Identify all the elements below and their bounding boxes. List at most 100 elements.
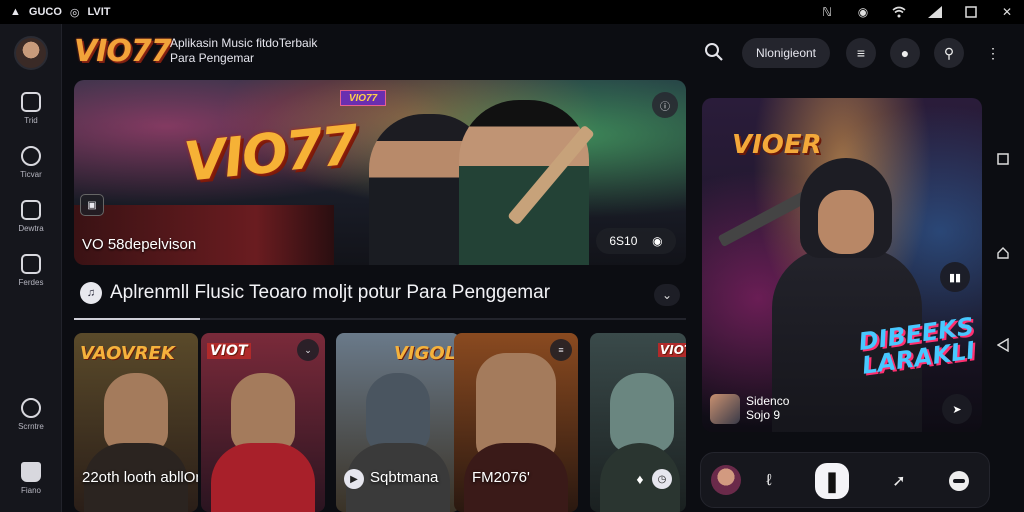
search-circle-button[interactable]: ⚲ xyxy=(934,38,964,68)
more-circle-icon[interactable] xyxy=(943,465,975,497)
chevron-down-icon: ⌄ xyxy=(661,288,673,302)
rail-item-ferdes[interactable]: Ferdes xyxy=(0,254,62,287)
close-icon[interactable]: ✕ xyxy=(1000,5,1014,19)
header-pill-button[interactable]: Nlonigieont xyxy=(742,38,830,68)
feature-share-button[interactable]: ➤ xyxy=(942,394,972,424)
card-play-icon[interactable]: ▶ xyxy=(344,469,364,489)
card-portrait xyxy=(366,373,430,453)
now-playing-avatar[interactable] xyxy=(711,465,741,495)
media-card[interactable]: VIGOL ▶ Sqbtmana xyxy=(336,333,460,512)
card-portrait xyxy=(610,373,674,453)
card-body-graphic xyxy=(211,443,315,512)
maximize-icon[interactable] xyxy=(964,5,978,19)
screen-icon: ▣ xyxy=(87,199,97,211)
status-indicator: ◎ xyxy=(69,6,80,19)
stage-keyboard xyxy=(74,205,334,265)
recents-square-icon[interactable] xyxy=(994,150,1012,168)
bookmark-icon: ▮▮ xyxy=(948,271,962,284)
wifi-icon xyxy=(892,5,906,19)
tagline-line-2: Para Pengemar xyxy=(170,51,255,65)
home-icon xyxy=(21,462,41,482)
list-icon xyxy=(21,254,41,274)
lyrics-icon[interactable]: ℓ xyxy=(753,465,785,497)
send-icon: ➤ xyxy=(952,403,962,416)
equalizer-icon: ≡ xyxy=(558,345,564,355)
card-title: VAOVREK xyxy=(80,343,175,364)
search-icon[interactable] xyxy=(704,42,726,64)
card-portrait xyxy=(104,373,168,453)
hero-logo: VIO77 xyxy=(181,113,360,194)
rail-item-label: Scrntre xyxy=(18,422,44,431)
home-circle-icon[interactable] xyxy=(994,244,1012,262)
play-pause-button[interactable]: ❚ xyxy=(815,463,849,499)
section-header: ♫ Aplrenmll Flusic Teoaro moljt potur Pa… xyxy=(80,282,550,304)
palette-button[interactable]: ● xyxy=(890,38,920,68)
rail-item-label: Ferdes xyxy=(18,278,44,287)
palette-icon: ● xyxy=(900,45,910,61)
app-logo[interactable]: VIO77 xyxy=(74,34,172,69)
share-icon[interactable]: ➚ xyxy=(883,465,915,497)
diamond-icon[interactable]: ♦ xyxy=(630,469,650,489)
rail-item-dewtra[interactable]: Dewtra xyxy=(0,200,62,233)
signal-icon xyxy=(928,5,942,19)
hero-caption: VO 58depelvison xyxy=(82,236,197,253)
card-portrait xyxy=(231,373,295,453)
section-more-button[interactable]: ⌄ xyxy=(654,284,680,306)
status-arrow: ▲ xyxy=(10,6,21,18)
feature-card[interactable]: VIOER DIBEEKS LARAKLI ▮▮ ➤ Sidenco Sojo … xyxy=(702,98,982,432)
feature-face-graphic xyxy=(818,190,874,254)
feature-logo: VIOER xyxy=(732,130,822,160)
chevron-icon: ⌄ xyxy=(304,344,312,355)
tag-icon xyxy=(21,146,41,166)
status-bar: ▲ GUCO ◎ LVIT ℕ ◉ ✕ xyxy=(0,0,1024,24)
card-title: VIGOL xyxy=(394,343,457,364)
feature-meta-line-1: Sidenco xyxy=(746,394,790,408)
section-icon: ♫ xyxy=(80,282,102,304)
section-divider xyxy=(74,318,686,320)
hero-screen-button[interactable]: ▣ xyxy=(80,194,104,216)
chat-icon xyxy=(21,398,41,418)
camera-icon: ◉ xyxy=(652,234,663,248)
hero-banner[interactable]: VIO77 VIO77 ⓘ ▣ VO 58depelvison 6S10 ◉ xyxy=(74,80,686,265)
rail-item-label: Trid xyxy=(24,116,38,125)
card-caption: FM2076' xyxy=(472,469,530,486)
hero-person-right xyxy=(459,100,589,265)
rail-item-fiano[interactable]: Fiano xyxy=(0,462,62,495)
time-icon[interactable]: ◷ xyxy=(652,469,672,489)
rail-item-scrntre[interactable]: Scrntre xyxy=(0,398,62,431)
left-rail: Trid Ticvar Dewtra Ferdes Scrntre Fiano xyxy=(0,24,62,512)
pause-icon: ❚ xyxy=(823,470,841,493)
feature-bookmark-button[interactable]: ▮▮ xyxy=(940,262,970,292)
equalizer-button[interactable]: ≡ xyxy=(846,38,876,68)
feature-meta-line-2: Sojo 9 xyxy=(746,408,781,422)
hero-pill-text: 6S10 xyxy=(609,234,638,248)
tagline-line-1: Aplikasin Music fitdoTerbaik xyxy=(170,36,318,50)
equalizer-icon: ≡ xyxy=(856,45,866,61)
home-square-icon xyxy=(21,92,41,112)
avatar[interactable] xyxy=(14,36,48,70)
media-card[interactable]: ≡ FM2076' xyxy=(454,333,578,512)
magnifier-icon: ⚲ xyxy=(943,44,955,61)
rail-item-ticvar[interactable]: Ticvar xyxy=(0,146,62,179)
card-menu-button[interactable]: ⌄ xyxy=(297,339,319,361)
rail-item-trid[interactable]: Trid xyxy=(0,92,62,125)
hero-info-button[interactable]: ⓘ xyxy=(652,92,678,118)
player-dock: ℓ ❚ ➚ xyxy=(700,452,990,508)
status-carrier: GUCO xyxy=(28,6,62,18)
more-menu-button[interactable]: ⋮ xyxy=(978,38,1008,68)
hero-action-pill[interactable]: 6S10 ◉ xyxy=(596,228,676,254)
media-card[interactable]: VIOT ⌄ xyxy=(201,333,325,512)
feature-thumbnail xyxy=(710,394,740,424)
card-title: VIOT xyxy=(658,343,686,357)
more-vertical-icon: ⋮ xyxy=(986,44,1000,61)
media-card[interactable]: VIOT ♦ ◷ xyxy=(590,333,686,512)
card-caption: 22oth looth abllOn xyxy=(82,469,198,486)
media-card[interactable]: VAOVREK 22oth looth abllOn xyxy=(74,333,198,512)
card-menu-button[interactable]: ≡ xyxy=(550,339,572,361)
section-title: Aplrenmll Flusic Teoaro moljt potur Para… xyxy=(110,282,551,303)
rail-item-label: Ticvar xyxy=(20,170,42,179)
back-triangle-icon[interactable] xyxy=(994,336,1012,354)
feature-meta: Sidenco Sojo 9 xyxy=(746,394,789,422)
hero-tag-badge: VIO77 xyxy=(340,90,386,106)
status-label: LVIT xyxy=(87,6,111,18)
